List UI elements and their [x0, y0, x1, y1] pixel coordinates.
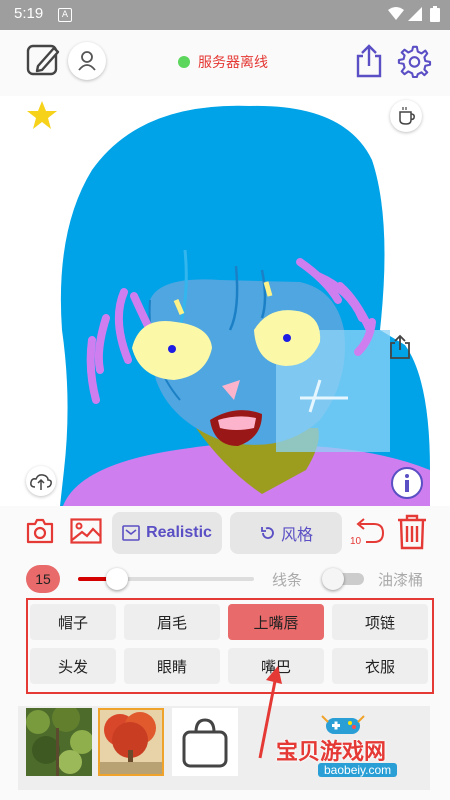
realistic-button[interactable]: Realistic	[112, 512, 222, 554]
part-label: 衣服	[364, 657, 395, 676]
rotate-ccw-icon	[261, 527, 274, 539]
cloud-upload-icon	[30, 474, 52, 490]
signal-icon	[408, 7, 422, 21]
part-label: 上嘴唇	[253, 613, 299, 632]
camera-icon[interactable]	[26, 518, 54, 544]
upload-cloud-button[interactable]	[26, 466, 56, 496]
part-label: 帽子	[57, 613, 88, 632]
drawing-artwork	[60, 105, 430, 506]
server-status-text: 服务器离线	[198, 55, 268, 71]
gallery-thumb-1[interactable]	[26, 708, 92, 776]
undo-count: 10	[350, 536, 362, 547]
notification-app-icon: A	[58, 8, 72, 22]
wifi-icon	[388, 7, 404, 20]
brush-size-slider[interactable]	[78, 577, 254, 581]
user-button[interactable]	[68, 42, 106, 80]
info-icon[interactable]	[390, 466, 424, 500]
share-icon[interactable]	[354, 44, 384, 78]
part-upper-lip[interactable]: 上嘴唇	[228, 604, 324, 640]
watermark-url: baobeiy.com	[318, 763, 398, 777]
user-icon	[78, 51, 96, 71]
toggle-knob	[322, 568, 344, 590]
settings-gear-icon[interactable]	[396, 44, 432, 78]
paint-bucket-toggle[interactable]	[322, 568, 368, 590]
part-eyebrows[interactable]: 眉毛	[124, 604, 220, 640]
favorite-star-icon[interactable]	[26, 100, 58, 130]
part-label: 眼睛	[156, 657, 187, 676]
paint-bucket-label: 油漆桶	[378, 571, 424, 589]
brush-size-thumb[interactable]	[105, 568, 128, 590]
part-necklace[interactable]: 项链	[332, 604, 428, 640]
part-label: 项链	[364, 613, 395, 632]
style-label: 风格	[280, 525, 313, 544]
watermark-title: 宝贝游戏网	[276, 740, 387, 765]
coffee-cup-icon	[399, 107, 415, 125]
part-clothes[interactable]: 衣服	[332, 648, 428, 684]
brush-size-badge: 15	[26, 565, 60, 593]
status-time: 5:19	[14, 5, 44, 22]
part-eyes[interactable]: 眼睛	[124, 648, 220, 684]
gallery-thumb-3[interactable]	[172, 708, 238, 776]
style-button[interactable]: 风格	[230, 512, 342, 554]
server-status-dot	[178, 56, 190, 68]
export-icon[interactable]	[388, 334, 412, 360]
part-label: 头发	[57, 657, 88, 676]
status-bar: 5:19 A	[0, 0, 450, 30]
mail-check-icon	[122, 525, 140, 541]
realistic-label: Realistic	[146, 524, 212, 541]
undo-button[interactable]: 10	[348, 514, 388, 554]
gamepad-logo-icon	[321, 715, 365, 734]
forest-photo	[26, 708, 92, 776]
edit-canvas-icon[interactable]	[26, 42, 62, 78]
gallery-thumb-2[interactable]	[98, 708, 164, 776]
server-status: 服务器离线	[178, 52, 268, 72]
trash-icon[interactable]	[396, 514, 428, 550]
part-hair[interactable]: 头发	[30, 648, 116, 684]
line-mode-label[interactable]: 线条	[272, 569, 302, 590]
gallery-image-icon[interactable]	[70, 518, 102, 544]
drawing-canvas[interactable]	[0, 96, 450, 506]
part-hat[interactable]: 帽子	[30, 604, 116, 640]
part-label: 眉毛	[156, 613, 187, 632]
autumn-tree-photo	[100, 710, 162, 774]
shopping-bag-icon	[182, 718, 228, 768]
coffee-button[interactable]	[390, 100, 422, 132]
battery-icon	[430, 6, 440, 22]
